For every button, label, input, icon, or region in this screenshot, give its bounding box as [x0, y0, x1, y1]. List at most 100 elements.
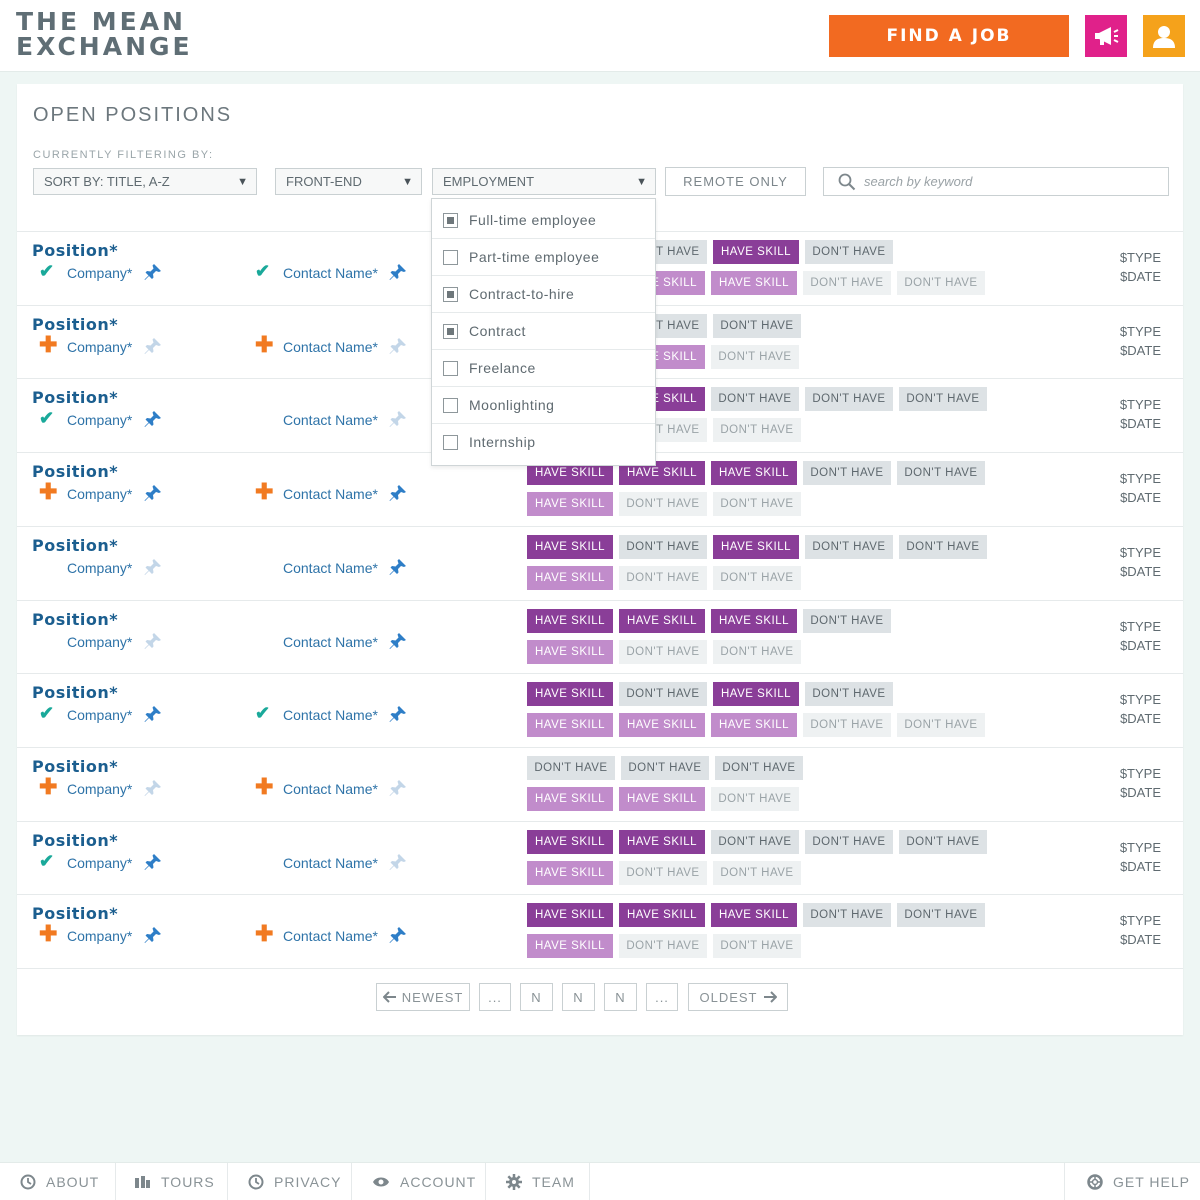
checkbox[interactable]	[443, 287, 458, 302]
contact-link[interactable]: Contact Name*	[283, 486, 378, 502]
company-link[interactable]: Company*	[67, 486, 132, 502]
position-title[interactable]: Position*	[32, 315, 118, 334]
pin-icon[interactable]	[389, 779, 407, 802]
pin-icon[interactable]	[144, 926, 162, 949]
check-icon[interactable]: ✔	[39, 704, 57, 722]
pin-icon[interactable]	[144, 632, 162, 655]
company-link[interactable]: Company*	[67, 339, 132, 355]
pin-icon[interactable]	[144, 779, 162, 802]
check-icon[interactable]: ✔	[255, 262, 273, 280]
pin-icon[interactable]	[389, 705, 407, 728]
employment-option[interactable]: Contract-to-hire	[432, 276, 655, 313]
checkbox[interactable]	[443, 324, 458, 339]
position-title[interactable]: Position*	[32, 388, 118, 407]
employment-option[interactable]: Internship	[432, 424, 655, 461]
pin-icon[interactable]	[389, 263, 407, 286]
company-link[interactable]: Company*	[67, 855, 132, 871]
plus-icon[interactable]: ✚	[39, 775, 57, 797]
pin-icon[interactable]	[144, 853, 162, 876]
pin-icon[interactable]	[144, 410, 162, 433]
pin-icon[interactable]	[389, 632, 407, 655]
pin-icon[interactable]	[389, 337, 407, 360]
employment-option[interactable]: Contract	[432, 313, 655, 350]
company-link[interactable]: Company*	[67, 560, 132, 576]
ellipsis-button[interactable]: ...	[646, 983, 678, 1011]
ellipsis-button[interactable]: ...	[479, 983, 511, 1011]
company-link[interactable]: Company*	[67, 928, 132, 944]
contact-link[interactable]: Contact Name*	[283, 412, 378, 428]
plus-icon[interactable]: ✚	[255, 775, 273, 797]
table-row[interactable]: Position* ✚ Company* ✚ Contact Name* DON'T HA…	[17, 746, 1183, 821]
plus-icon[interactable]: ✚	[39, 923, 57, 945]
checkbox[interactable]	[443, 398, 458, 413]
check-icon[interactable]: ✔	[255, 704, 273, 722]
company-link[interactable]: Company*	[67, 781, 132, 797]
search-box[interactable]	[823, 167, 1169, 196]
page-button[interactable]: N	[562, 983, 595, 1011]
company-link[interactable]: Company*	[67, 412, 132, 428]
position-title[interactable]: Position*	[32, 831, 118, 850]
find-a-job-button[interactable]: FIND A JOB	[829, 15, 1069, 57]
employment-option[interactable]: Full-time employee	[432, 202, 655, 239]
table-row[interactable]: Position* ✔ Company* Contact Name* HAVE SKIL…	[17, 820, 1183, 895]
employment-option[interactable]: Part-time employee	[432, 239, 655, 276]
checkbox[interactable]	[443, 213, 458, 228]
check-icon[interactable]: ✔	[39, 409, 57, 427]
table-row[interactable]: Position* ✔ Company* ✔ Contact Name* HAVE SKI…	[17, 673, 1183, 747]
oldest-button[interactable]: OLDEST	[688, 983, 788, 1011]
company-link[interactable]: Company*	[67, 634, 132, 650]
newest-button[interactable]: NEWEST	[376, 983, 470, 1011]
logo[interactable]: THE MEAN EXCHANGE	[16, 9, 193, 59]
table-row[interactable]: Position* Company* Contact Name* HAVE SKILL…	[17, 525, 1183, 600]
contact-link[interactable]: Contact Name*	[283, 634, 378, 650]
footer-about-link[interactable]: ABOUT	[0, 1163, 116, 1200]
page-button[interactable]: N	[604, 983, 637, 1011]
checkbox[interactable]	[443, 250, 458, 265]
plus-icon[interactable]: ✚	[39, 333, 57, 355]
check-icon[interactable]: ✔	[39, 852, 57, 870]
pin-icon[interactable]	[389, 484, 407, 507]
company-link[interactable]: Company*	[67, 707, 132, 723]
footer-tours-link[interactable]: TOURS	[116, 1163, 228, 1200]
contact-link[interactable]: Contact Name*	[283, 855, 378, 871]
footer-help-link[interactable]: GET HELP	[1064, 1163, 1200, 1200]
pin-icon[interactable]	[389, 558, 407, 581]
pin-icon[interactable]	[389, 410, 407, 433]
plus-icon[interactable]: ✚	[255, 923, 273, 945]
plus-icon[interactable]: ✚	[255, 481, 273, 503]
check-icon[interactable]: ✔	[39, 262, 57, 280]
pin-icon[interactable]	[144, 558, 162, 581]
contact-link[interactable]: Contact Name*	[283, 339, 378, 355]
pin-icon[interactable]	[144, 705, 162, 728]
category-select[interactable]: FRONT-END ▼	[275, 168, 422, 195]
plus-icon[interactable]: ✚	[255, 333, 273, 355]
contact-link[interactable]: Contact Name*	[283, 928, 378, 944]
position-title[interactable]: Position*	[32, 536, 118, 555]
footer-privacy-link[interactable]: PRIVACY	[228, 1163, 352, 1200]
position-title[interactable]: Position*	[32, 683, 118, 702]
pin-icon[interactable]	[144, 337, 162, 360]
table-row[interactable]: Position*✚Company*✚Contact Name*HAVE SKI…	[17, 894, 1183, 968]
pin-icon[interactable]	[389, 926, 407, 949]
employment-select[interactable]: EMPLOYMENT ▼	[432, 168, 656, 195]
employment-option[interactable]: Freelance	[432, 350, 655, 387]
contact-link[interactable]: Contact Name*	[283, 560, 378, 576]
checkbox[interactable]	[443, 361, 458, 376]
table-row[interactable]: Position* Company* Contact Name* HAVE SKILL…	[17, 599, 1183, 674]
pin-icon[interactable]	[144, 263, 162, 286]
contact-link[interactable]: Contact Name*	[283, 781, 378, 797]
footer-team-link[interactable]: TEAM	[486, 1163, 590, 1200]
pin-icon[interactable]	[144, 484, 162, 507]
plus-icon[interactable]: ✚	[39, 481, 57, 503]
company-link[interactable]: Company*	[67, 265, 132, 281]
page-button[interactable]: N	[520, 983, 553, 1011]
pin-icon[interactable]	[389, 853, 407, 876]
announcements-button[interactable]	[1085, 15, 1127, 57]
position-title[interactable]: Position*	[32, 241, 118, 260]
employment-option[interactable]: Moonlighting	[432, 387, 655, 424]
position-title[interactable]: Position*	[32, 610, 118, 629]
checkbox[interactable]	[443, 435, 458, 450]
search-input[interactable]	[864, 171, 1154, 192]
user-profile-button[interactable]	[1143, 15, 1185, 57]
footer-account-link[interactable]: ACCOUNT	[352, 1163, 486, 1200]
